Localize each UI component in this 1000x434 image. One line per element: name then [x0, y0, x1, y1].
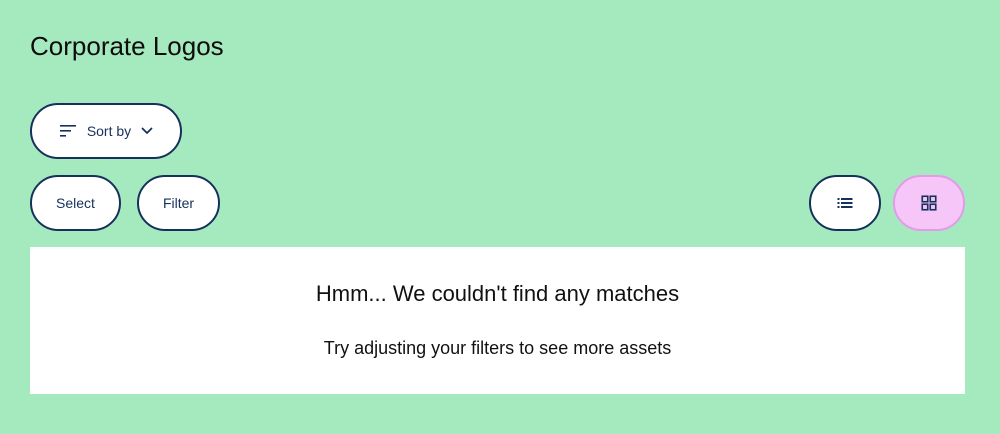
- list-view-icon: [837, 197, 853, 209]
- sort-by-button[interactable]: Sort by: [30, 103, 182, 159]
- empty-state-subtitle: Try adjusting your filters to see more a…: [323, 338, 672, 358]
- select-label: Select: [56, 195, 95, 211]
- grid-view-icon: [921, 195, 937, 211]
- page-title: Corporate Logos: [30, 31, 224, 61]
- list-view-button[interactable]: [809, 175, 881, 231]
- empty-state-panel: Hmm... We couldn't find any matches Try …: [30, 247, 965, 394]
- sort-lines-icon: [59, 124, 77, 138]
- sort-by-label: Sort by: [86, 123, 132, 139]
- select-button[interactable]: Select: [30, 175, 121, 231]
- filter-label: Filter: [162, 195, 195, 211]
- chevron-down-icon: [141, 127, 153, 135]
- filter-button[interactable]: Filter: [137, 175, 220, 231]
- grid-view-button[interactable]: [893, 175, 965, 231]
- empty-state-title: Hmm... We couldn't find any matches: [315, 281, 680, 306]
